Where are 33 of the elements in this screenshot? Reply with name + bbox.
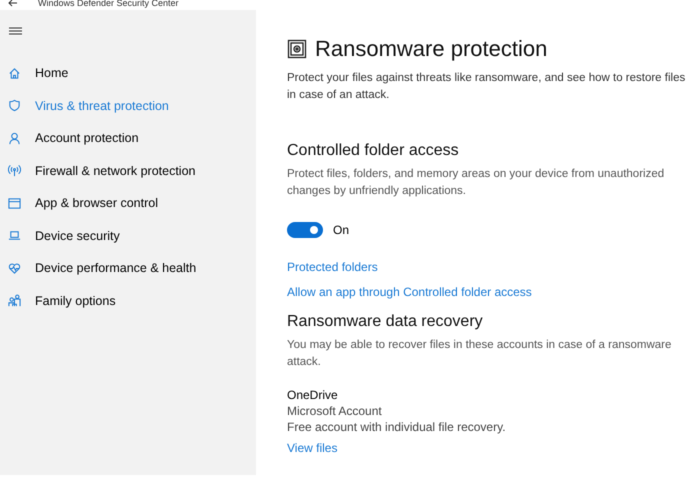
link[interactable]: Allow an app through Controlled folder access [287, 285, 532, 299]
sidebar-item[interactable]: Device performance & health [0, 252, 256, 284]
family-icon [8, 294, 21, 308]
account-type: Microsoft Account [287, 403, 383, 419]
page-description: Protect your files against threats like ransomware, and see how to restore files in case of an attack. [287, 71, 686, 103]
person-icon [8, 132, 21, 145]
sidebar-item[interactable]: Home [0, 57, 256, 90]
safe-icon [287, 39, 307, 59]
sidebar-item[interactable]: Account protection [0, 122, 256, 154]
section-heading: Ransomware data recovery [287, 313, 484, 331]
toggle-label: On [333, 223, 350, 237]
shield-icon [8, 99, 21, 112]
sidebar-item[interactable]: Virus & threat protection [0, 90, 256, 122]
section-heading: Controlled folder access [287, 142, 460, 160]
sidebar-item[interactable]: Family options [0, 284, 256, 317]
browser-window-icon [8, 196, 21, 210]
view-files-link[interactable]: View files [287, 441, 338, 455]
link[interactable]: Protected folders [287, 260, 378, 274]
sidebar-item[interactable]: Firewall & network protection [0, 154, 256, 187]
section-description: Protect files, folders, and memory areas on your device from unauthorized changes by unfriendly applications. [287, 167, 666, 199]
sidebar-item[interactable]: Device security [0, 220, 256, 252]
page-title: Ransomware protection [315, 36, 548, 62]
back-arrow-icon[interactable] [8, 0, 18, 7]
home-icon [8, 66, 21, 80]
account-plan: Free account with individual file recovery. [287, 419, 507, 435]
toggle-switch[interactable] [287, 222, 323, 238]
sidebar-item[interactable]: App & browser control [0, 187, 256, 220]
account-name: OneDrive [287, 387, 339, 403]
menu-icon[interactable] [9, 25, 23, 37]
laptop-icon [8, 229, 21, 242]
antenna-icon [8, 164, 21, 178]
section-description: You may be able to recover files in these accounts in case of a ransomware attack. [287, 338, 672, 370]
heart-pulse-icon [8, 262, 21, 275]
